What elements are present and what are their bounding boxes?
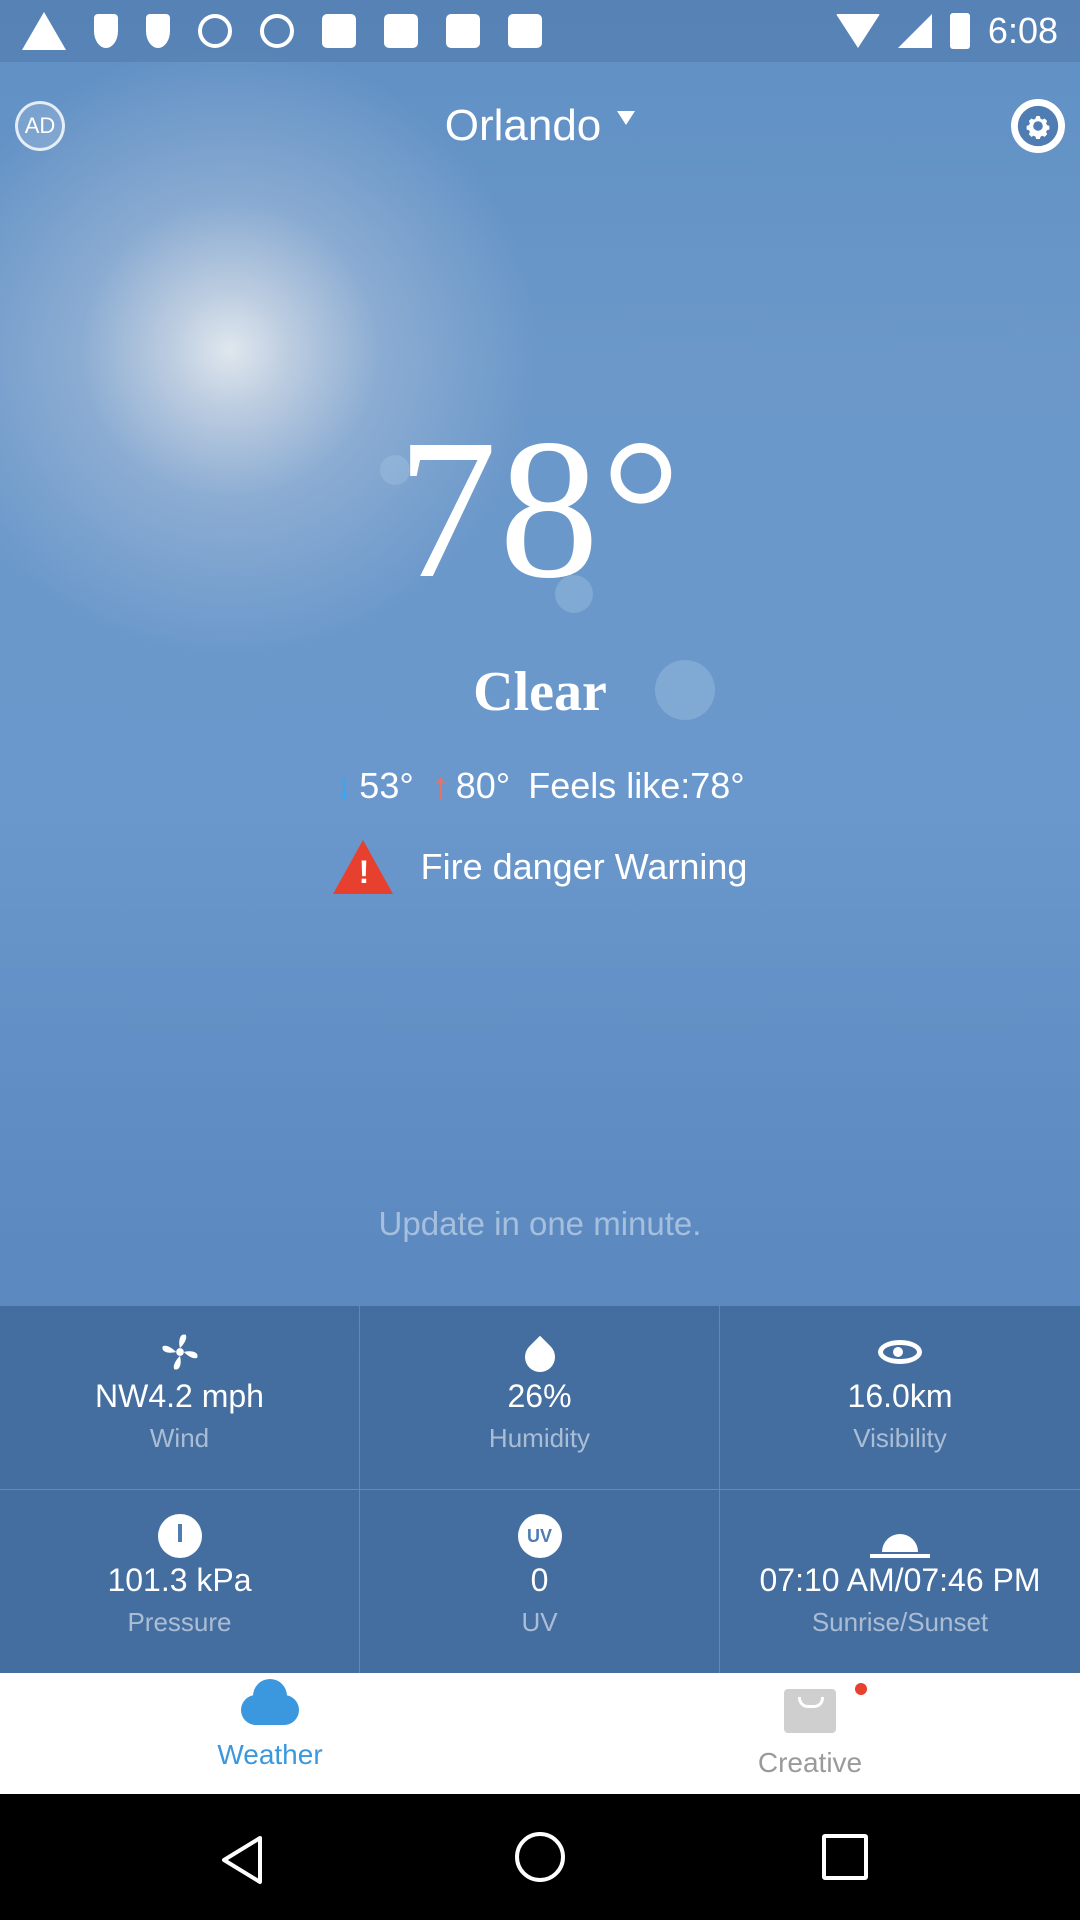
weather-condition: Clear xyxy=(473,661,607,723)
tab-creative[interactable]: Creative xyxy=(540,1673,1080,1794)
detail-wind: NW4.2 mph Wind xyxy=(0,1306,359,1489)
warning-icon: ! xyxy=(332,840,393,894)
uv-icon: UV xyxy=(517,1514,562,1558)
fan-icon xyxy=(161,1334,198,1370)
battery-icon xyxy=(949,13,970,49)
low-temp: 53° xyxy=(359,765,414,806)
tab-weather-label: Weather xyxy=(217,1739,323,1770)
droplet-icon xyxy=(518,1335,561,1379)
briefcase-icon xyxy=(446,14,480,48)
checklist-icon xyxy=(384,14,418,48)
gauge-icon xyxy=(157,1514,202,1558)
wifi-icon xyxy=(835,14,880,48)
city-selector[interactable]: Orlando xyxy=(0,101,1080,151)
dropdown-arrow-icon xyxy=(617,111,636,126)
details-grid: NW4.2 mph Wind 26% Humidity 16.0km Visib… xyxy=(0,1306,1080,1674)
system-indicators: 6:08 xyxy=(835,10,1058,52)
city-name: Orlando xyxy=(444,101,602,150)
uv-label: UV xyxy=(521,1607,558,1637)
notification-dot xyxy=(855,1683,867,1695)
bag-icon xyxy=(784,1689,836,1733)
notification-icons xyxy=(22,12,542,50)
cloud-icon xyxy=(241,1679,299,1725)
pressure-label: Pressure xyxy=(127,1607,232,1637)
wind-label: Wind xyxy=(149,1423,210,1453)
sunrise-sunset-value: 07:10 AM/07:46 PM xyxy=(759,1562,1041,1598)
feels-like: Feels like:78° xyxy=(528,765,745,806)
weather-screen: 6:08 AD Orlando 78° Clear ↓ 53° ↑ 80° Feels … xyxy=(0,0,1080,1794)
humidity-label: Humidity xyxy=(488,1423,591,1453)
visibility-label: Visibility xyxy=(853,1423,947,1453)
tab-weather[interactable]: Weather xyxy=(0,1673,540,1794)
temperature-range: ↓ 53° ↑ 80° Feels like:78° xyxy=(0,765,1080,807)
sunrise-icon xyxy=(870,1534,930,1558)
keyhole-icon xyxy=(94,14,118,48)
recent-apps-icon[interactable] xyxy=(822,1834,868,1880)
sunrise-sunset-label: Sunrise/Sunset xyxy=(811,1607,989,1637)
android-icon xyxy=(508,14,542,48)
wind-value: NW4.2 mph xyxy=(95,1378,264,1414)
top-bar: AD Orlando xyxy=(0,95,1080,155)
gear-icon xyxy=(1017,105,1059,147)
pressure-value: 101.3 kPa xyxy=(107,1562,252,1598)
bottom-tab-bar: Weather Creative xyxy=(0,1673,1080,1794)
update-note: Update in one minute. xyxy=(378,1205,702,1242)
alert-notification-icon xyxy=(22,12,66,50)
info-icon xyxy=(260,14,294,48)
lock-icon xyxy=(322,14,356,48)
detail-sunrise-sunset: 07:10 AM/07:46 PM Sunrise/Sunset xyxy=(720,1490,1080,1673)
weather-alert[interactable]: ! Fire danger Warning xyxy=(0,840,1080,894)
low-arrow-icon: ↓ xyxy=(335,765,354,806)
detail-pressure: 101.3 kPa Pressure xyxy=(0,1490,359,1673)
uv-value: 0 xyxy=(530,1562,549,1598)
detail-uv: UV 0 UV xyxy=(360,1490,719,1673)
humidity-value: 26% xyxy=(507,1378,572,1414)
system-nav-bar xyxy=(0,1794,1080,1920)
satellite-icon xyxy=(198,14,232,48)
home-icon[interactable] xyxy=(515,1832,565,1882)
high-arrow-icon: ↑ xyxy=(431,765,450,806)
eye-icon xyxy=(878,1340,922,1364)
visibility-value: 16.0km xyxy=(847,1378,953,1414)
back-icon[interactable] xyxy=(218,1834,266,1886)
signal-icon xyxy=(897,14,932,48)
tab-creative-label: Creative xyxy=(757,1747,863,1778)
settings-button[interactable] xyxy=(1011,99,1065,153)
current-temperature: 78° xyxy=(397,399,683,620)
high-temp: 80° xyxy=(455,765,511,806)
status-bar: 6:08 xyxy=(0,0,1080,62)
detail-visibility: 16.0km Visibility xyxy=(720,1306,1080,1489)
alert-text: Fire danger Warning xyxy=(420,846,748,887)
detail-humidity: 26% Humidity xyxy=(360,1306,719,1489)
status-time: 6:08 xyxy=(987,10,1058,51)
keyhole-icon xyxy=(146,14,170,48)
